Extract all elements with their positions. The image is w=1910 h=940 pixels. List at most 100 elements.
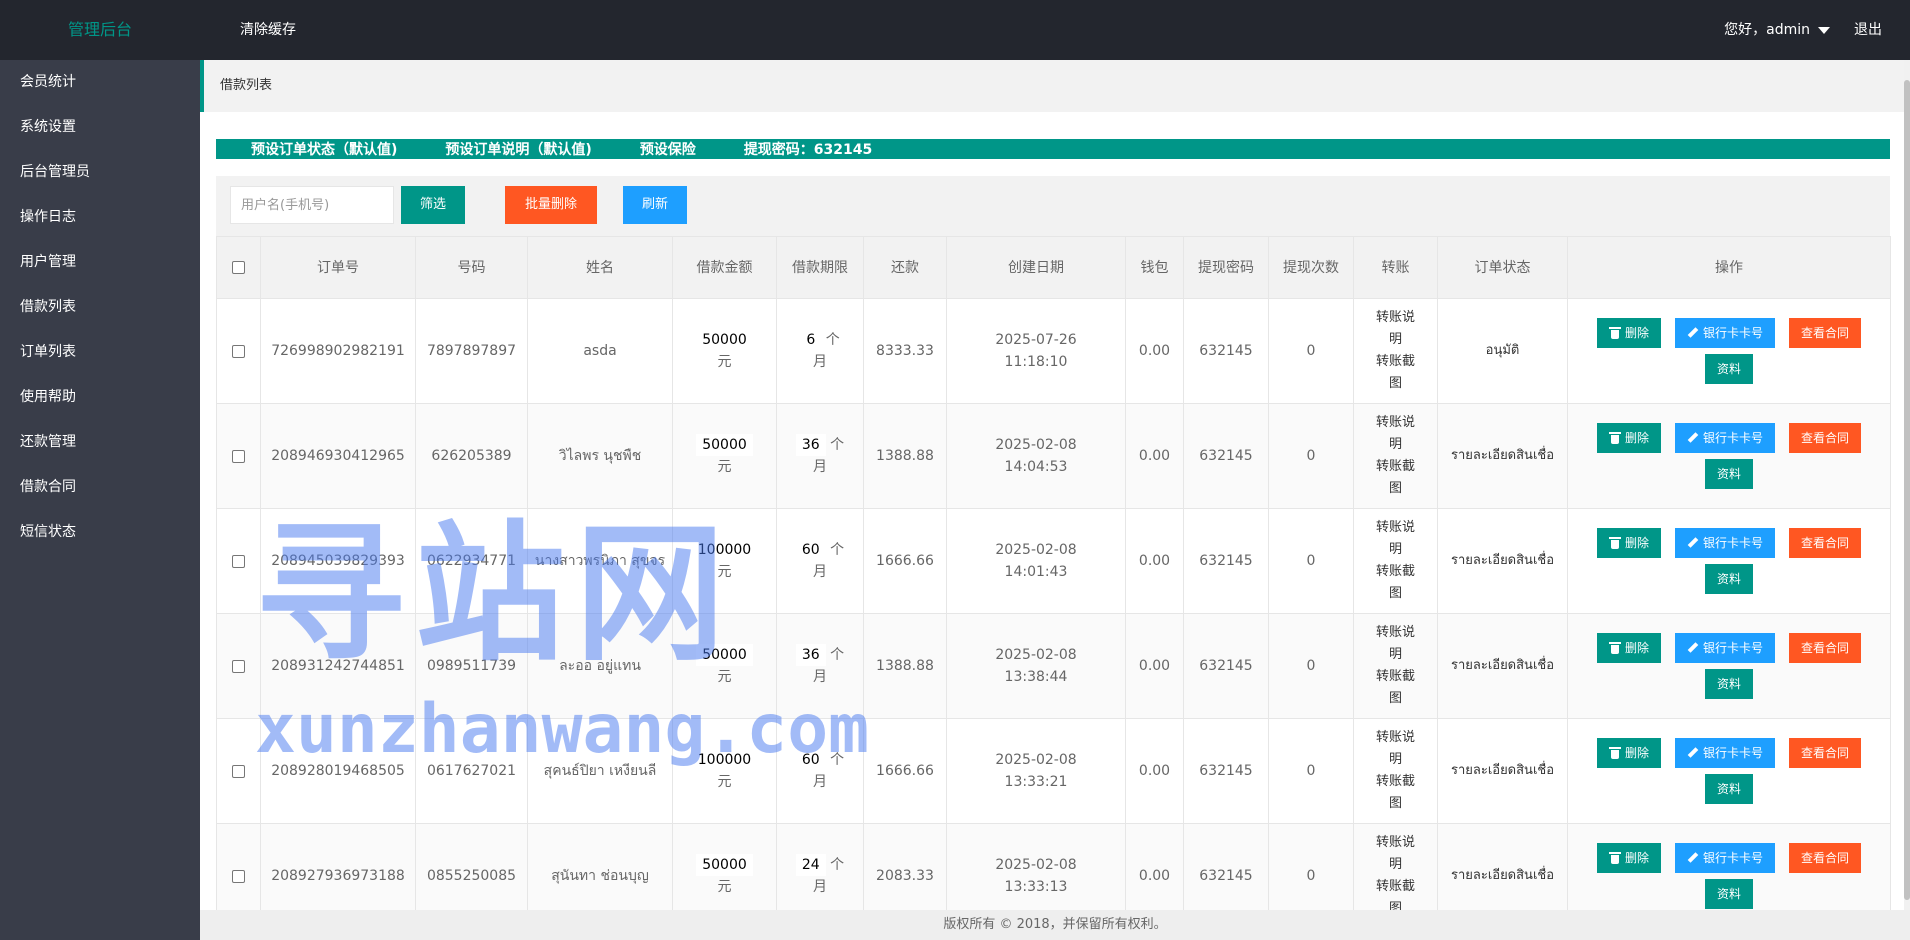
term-input[interactable]: 6 xyxy=(800,329,822,351)
delete-label: 删除 xyxy=(1624,641,1649,655)
sidebar-item[interactable]: 借款合同 xyxy=(0,465,200,510)
info-button[interactable]: 资料 xyxy=(1704,669,1753,699)
created-cell: 2025-02-08 14:04:53 xyxy=(946,403,1126,509)
bank-card-button[interactable]: 银行卡卡号 xyxy=(1674,318,1775,348)
transfer-cell: 转账说明 转账截图 xyxy=(1353,403,1438,509)
table-row: 726998902982191 7897897897 asda 50000 元 … xyxy=(216,298,1891,404)
default-insurance-link[interactable]: 预设保险 xyxy=(640,139,696,159)
term-input[interactable]: 36 xyxy=(795,644,826,666)
scrollbar-thumb[interactable] xyxy=(1904,80,1910,900)
amount-unit: 元 xyxy=(717,774,732,790)
info-button[interactable]: 资料 xyxy=(1704,459,1753,489)
sidebar-item[interactable]: 会员统计 xyxy=(0,60,200,105)
info-button[interactable]: 资料 xyxy=(1704,564,1753,594)
logout-link[interactable]: 退出 xyxy=(1854,0,1882,60)
transfer-desc-link[interactable]: 转账说明 xyxy=(1376,727,1416,771)
transfer-desc-link[interactable]: 转账说明 xyxy=(1376,622,1416,666)
order-status-cell[interactable]: รายละเอียดสินเชื่อ xyxy=(1437,718,1568,824)
view-contract-button[interactable]: 查看合同 xyxy=(1789,633,1862,663)
term-unit-a: 个 xyxy=(830,542,845,558)
term-cell: 24 个 月 xyxy=(776,823,864,910)
sidebar-item[interactable]: 还款管理 xyxy=(0,420,200,465)
transfer-desc-link[interactable]: 转账说明 xyxy=(1376,307,1416,351)
row-checkbox[interactable] xyxy=(232,764,245,778)
transfer-desc-link[interactable]: 转账说明 xyxy=(1376,517,1416,561)
bank-card-button[interactable]: 银行卡卡号 xyxy=(1674,423,1775,453)
name-cell: นางสาวพรนิภา สุขจร xyxy=(527,508,673,614)
sidebar-item[interactable]: 短信状态 xyxy=(0,510,200,555)
batch-delete-button[interactable]: 批量删除 xyxy=(505,186,597,224)
order-status-cell[interactable]: รายละเอียดสินเชื่อ xyxy=(1437,823,1568,910)
sidebar-item[interactable]: 订单列表 xyxy=(0,330,200,375)
sidebar-item[interactable]: 系统设置 xyxy=(0,105,200,150)
bank-card-button[interactable]: 银行卡卡号 xyxy=(1674,633,1775,663)
sidebar-item[interactable]: 用户管理 xyxy=(0,240,200,285)
info-button[interactable]: 资料 xyxy=(1704,774,1753,804)
term-input[interactable]: 24 xyxy=(795,854,826,876)
term-input[interactable]: 36 xyxy=(795,434,826,456)
amount-input[interactable]: 50000 xyxy=(696,644,753,666)
sidebar-item[interactable]: 后台管理员 xyxy=(0,150,200,195)
amount-input[interactable]: 100000 xyxy=(691,539,758,561)
info-button[interactable]: 资料 xyxy=(1704,879,1753,909)
search-input[interactable] xyxy=(230,186,394,224)
user-menu[interactable]: 您好，admin xyxy=(1724,0,1830,60)
delete-button[interactable]: 删除 xyxy=(1596,843,1661,873)
default-order-desc-link[interactable]: 预设订单说明（默认值) xyxy=(445,139,591,159)
refresh-button[interactable]: 刷新 xyxy=(623,186,687,224)
order-status-cell[interactable]: รายละเอียดสินเชื่อ xyxy=(1437,508,1568,614)
view-contract-button[interactable]: 查看合同 xyxy=(1789,423,1862,453)
transfer-screenshot-link[interactable]: 转账截图 xyxy=(1376,561,1416,605)
delete-button[interactable]: 删除 xyxy=(1596,738,1661,768)
filter-button[interactable]: 筛选 xyxy=(401,186,465,224)
amount-input[interactable]: 100000 xyxy=(691,749,758,771)
transfer-desc-link[interactable]: 转账说明 xyxy=(1376,832,1416,876)
row-checkbox[interactable] xyxy=(232,344,245,358)
transfer-screenshot-link[interactable]: 转账截图 xyxy=(1376,351,1416,395)
amount-input[interactable]: 50000 xyxy=(696,329,753,351)
breadcrumb: 借款列表 xyxy=(200,60,1904,112)
bank-card-button[interactable]: 银行卡卡号 xyxy=(1674,528,1775,558)
bank-card-button[interactable]: 银行卡卡号 xyxy=(1674,738,1775,768)
order-status-cell[interactable]: อนุมัติ xyxy=(1437,298,1568,404)
sidebar-item[interactable]: 操作日志 xyxy=(0,195,200,240)
sidebar-item[interactable]: 借款列表 xyxy=(0,285,200,330)
transfer-screenshot-link[interactable]: 转账截图 xyxy=(1376,771,1416,815)
wallet-cell: 0.00 xyxy=(1125,403,1184,509)
transfer-screenshot-link[interactable]: 转账截图 xyxy=(1376,876,1416,910)
delete-button[interactable]: 删除 xyxy=(1596,318,1661,348)
withdraw-count-cell: 0 xyxy=(1268,718,1354,824)
row-checkbox[interactable] xyxy=(232,554,245,568)
transfer-desc-link[interactable]: 转账说明 xyxy=(1376,412,1416,456)
row-checkbox[interactable] xyxy=(232,659,245,673)
transfer-screenshot-link[interactable]: 转账截图 xyxy=(1376,456,1416,500)
delete-button[interactable]: 删除 xyxy=(1596,423,1661,453)
info-button[interactable]: 资料 xyxy=(1704,354,1753,384)
row-checkbox[interactable] xyxy=(232,449,245,463)
amount-input[interactable]: 50000 xyxy=(696,854,753,876)
vertical-scrollbar[interactable] xyxy=(1904,60,1910,910)
row-select-cell xyxy=(216,823,261,910)
clear-cache-link[interactable]: 清除缓存 xyxy=(240,0,296,60)
order-status-cell[interactable]: รายละเอียดสินเชื่อ xyxy=(1437,403,1568,509)
amount-cell: 50000 元 xyxy=(672,613,777,719)
view-contract-button[interactable]: 查看合同 xyxy=(1789,843,1862,873)
amount-input[interactable]: 50000 xyxy=(696,434,753,456)
default-order-status-link[interactable]: 预设订单状态（默认值) xyxy=(251,139,397,159)
term-input[interactable]: 60 xyxy=(795,539,826,561)
withdraw-password-label[interactable]: 提现密码：632145 xyxy=(744,139,872,159)
bank-card-button[interactable]: 银行卡卡号 xyxy=(1674,843,1775,873)
app-logo[interactable]: 管理后台 xyxy=(0,0,200,60)
delete-button[interactable]: 删除 xyxy=(1596,633,1661,663)
order-status-cell[interactable]: รายละเอียดสินเชื่อ xyxy=(1437,613,1568,719)
sidebar-item[interactable]: 使用帮助 xyxy=(0,375,200,420)
delete-button[interactable]: 删除 xyxy=(1596,528,1661,558)
transfer-screenshot-link[interactable]: 转账截图 xyxy=(1376,666,1416,710)
view-contract-button[interactable]: 查看合同 xyxy=(1789,528,1862,558)
term-input[interactable]: 60 xyxy=(795,749,826,771)
name-cell: สุคนธ์ปิยา เหงียนลี xyxy=(527,718,673,824)
select-all-checkbox[interactable] xyxy=(232,261,245,274)
view-contract-button[interactable]: 查看合同 xyxy=(1789,318,1862,348)
view-contract-button[interactable]: 查看合同 xyxy=(1789,738,1862,768)
row-checkbox[interactable] xyxy=(232,869,245,883)
